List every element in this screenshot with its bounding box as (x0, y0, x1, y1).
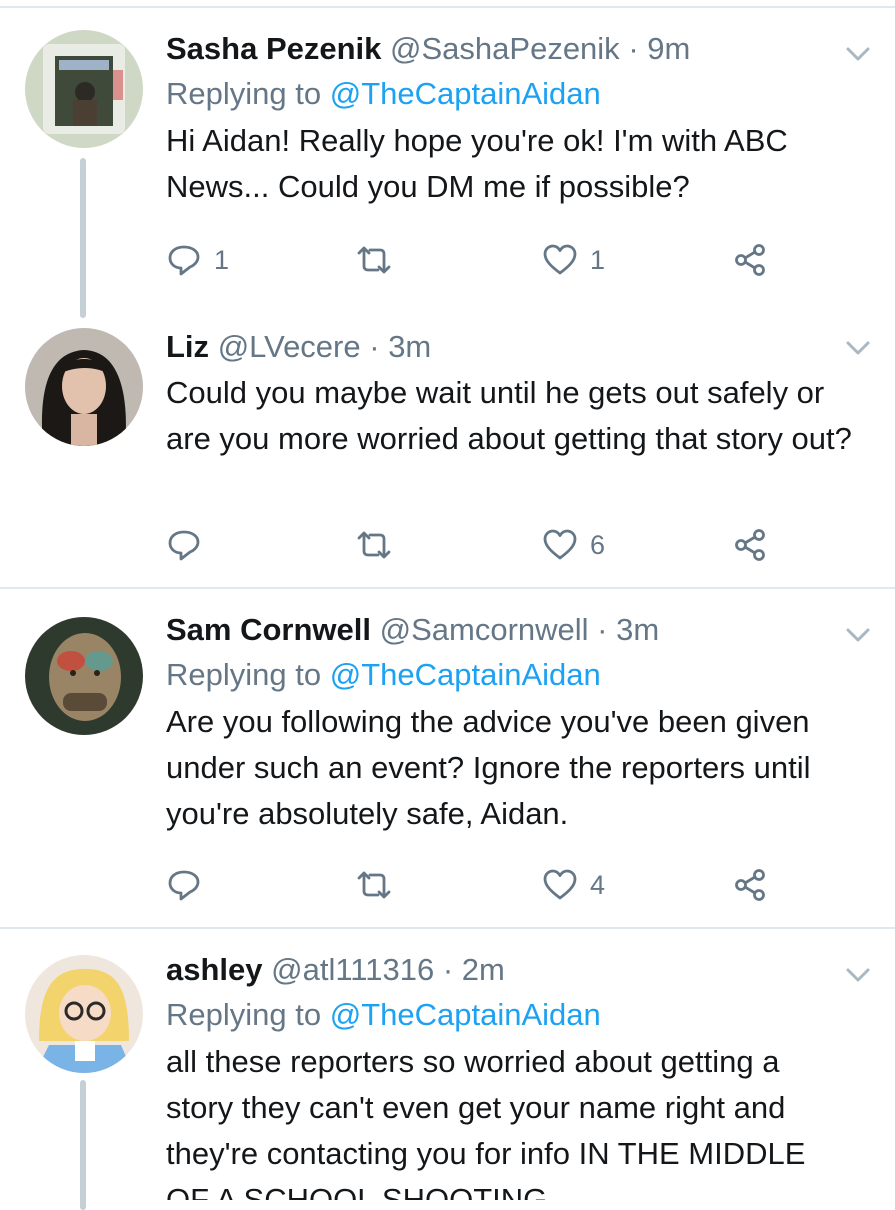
author-name[interactable]: Sam Cornwell (166, 612, 371, 647)
tweet-header: Liz @LVecere · 3m (166, 328, 855, 366)
like-count: 6 (590, 529, 606, 560)
avatar[interactable] (25, 328, 143, 446)
timestamp[interactable]: 3m (388, 329, 431, 364)
separator-dot: · (369, 329, 380, 364)
retweet-icon (357, 246, 391, 274)
separator-dot: · (442, 952, 454, 987)
replying-to: Replying to @TheCaptainAidan (166, 653, 855, 697)
author-name[interactable]: ashley (166, 952, 263, 987)
replying-to-mention[interactable]: @TheCaptainAidan (330, 657, 601, 692)
reply-count: 1 (214, 244, 230, 275)
reply-icon (168, 245, 200, 276)
like-button[interactable]: 4 (542, 865, 605, 905)
tweet[interactable]: Sasha Pezenik @SashaPezenik · 9m Replyin… (0, 0, 895, 320)
share-button[interactable] (732, 240, 768, 280)
author-name[interactable]: Sasha Pezenik (166, 31, 381, 66)
replying-to-mention[interactable]: @TheCaptainAidan (330, 76, 601, 111)
heart-icon (543, 869, 577, 900)
avatar-image (25, 617, 143, 735)
tweet-header: ashley @atl111316 · 2m (166, 951, 855, 989)
reply-icon (168, 870, 200, 901)
share-icon (735, 244, 765, 276)
tweet-header: Sasha Pezenik @SashaPezenik · 9m (166, 30, 855, 68)
author-name[interactable]: Liz (166, 329, 209, 364)
chevron-down-icon[interactable] (843, 965, 873, 985)
heart-icon (543, 529, 577, 560)
retweet-button[interactable] (356, 865, 404, 905)
share-button[interactable] (732, 865, 768, 905)
tweet-actions: 4 (166, 865, 786, 905)
tweet[interactable]: ashley @atl111316 · 2m Replying to @TheC… (0, 929, 895, 1200)
tweet[interactable]: Sam Cornwell @Samcornwell · 3m Replying … (0, 589, 895, 927)
chevron-down-icon[interactable] (843, 625, 873, 645)
avatar[interactable] (25, 30, 143, 148)
author-handle[interactable]: @LVecere (218, 329, 361, 364)
replying-to: Replying to @TheCaptainAidan (166, 72, 855, 116)
avatar-image (25, 30, 143, 148)
share-icon (735, 529, 765, 561)
reply-button[interactable]: 1 (166, 240, 229, 280)
replying-to-label: Replying to (166, 76, 330, 111)
reply-icon (168, 530, 200, 561)
tweet[interactable]: Liz @LVecere · 3m Could you maybe wait u… (0, 320, 895, 588)
tweet-text: Are you following the advice you've been… (166, 704, 811, 831)
timestamp[interactable]: 9m (647, 31, 690, 66)
like-button[interactable]: 1 (542, 240, 605, 280)
replying-to-label: Replying to (166, 657, 330, 692)
retweet-icon (357, 871, 391, 899)
retweet-icon (357, 531, 391, 559)
tweet-text: Could you maybe wait until he gets out s… (166, 375, 852, 456)
separator-dot: · (597, 612, 608, 647)
like-count: 1 (590, 244, 606, 275)
replying-to-mention[interactable]: @TheCaptainAidan (330, 997, 601, 1032)
separator-dot: · (628, 31, 639, 66)
chevron-down-icon[interactable] (843, 338, 873, 358)
avatar-image (25, 328, 143, 446)
replying-to-label: Replying to (166, 997, 330, 1032)
author-handle[interactable]: @atl111316 (271, 952, 434, 987)
tweet-actions: 6 (166, 525, 786, 565)
author-handle[interactable]: @SashaPezenik (390, 31, 620, 66)
share-button[interactable] (732, 525, 768, 565)
timestamp[interactable]: 3m (616, 612, 659, 647)
reply-button[interactable] (166, 865, 214, 905)
chevron-down-icon[interactable] (843, 44, 873, 64)
like-count: 4 (590, 869, 606, 900)
like-button[interactable]: 6 (542, 525, 605, 565)
retweet-button[interactable] (356, 525, 404, 565)
author-handle[interactable]: @Samcornwell (380, 612, 589, 647)
tweet-text: all these reporters so worried about get… (166, 1044, 806, 1200)
reply-button[interactable] (166, 525, 214, 565)
avatar[interactable] (25, 617, 143, 735)
timestamp[interactable]: 2m (462, 952, 505, 987)
avatar-image (25, 955, 143, 1073)
share-icon (735, 869, 765, 901)
avatar[interactable] (25, 955, 143, 1073)
tweet-header: Sam Cornwell @Samcornwell · 3m (166, 611, 855, 649)
retweet-button[interactable] (356, 240, 404, 280)
tweet-actions: 1 1 (166, 240, 786, 280)
tweet-text: Hi Aidan! Really hope you're ok! I'm wit… (166, 123, 788, 204)
heart-icon (543, 244, 577, 275)
replying-to: Replying to @TheCaptainAidan (166, 993, 855, 1037)
